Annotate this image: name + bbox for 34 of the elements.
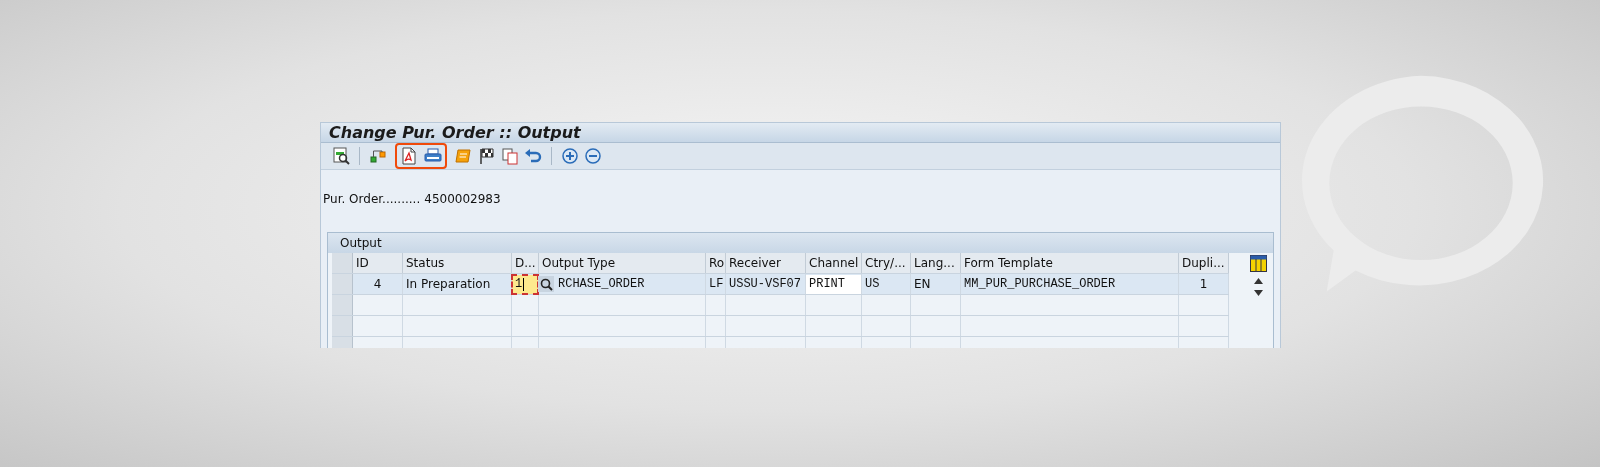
flag-icon[interactable] [477,146,497,166]
table-cell: 1 [1199,277,1208,291]
table-cell: 4 [373,277,382,291]
table-cell: In Preparation [406,277,491,291]
column-settings-icon[interactable] [1250,255,1267,272]
column-header[interactable]: Status [403,253,512,273]
input-field[interactable]: PRINT [806,274,861,294]
column-header[interactable]: Receiver [726,253,806,273]
table-cell: MM_PUR_PURCHASE_ORDER [964,277,1116,291]
column-header[interactable]: ID [353,253,403,273]
table-cell: RCHASE_ORDER [558,277,645,291]
panel-title: Output [340,236,382,250]
column-header[interactable]: Output Type [539,253,706,273]
column-header[interactable]: Ro [706,253,726,273]
pdf-icon[interactable] [399,146,419,166]
column-header[interactable]: Lang... [911,253,961,273]
add-icon[interactable] [560,146,580,166]
table-cell: LF [709,277,724,291]
field-value: 4500002983 [424,192,501,206]
remove-icon[interactable] [583,146,603,166]
table-cell: EN [914,277,931,291]
field-label: Pur. Order.......... [323,192,421,206]
input-field[interactable]: 1 [512,274,538,294]
table-cell: USSU-VSF07 [729,277,801,291]
window-title: Change Pur. Order :: Output [329,123,581,142]
column-header[interactable]: D... [512,253,539,273]
search-icon[interactable] [538,276,554,292]
column-header[interactable]: Channel [806,253,862,273]
find-icon[interactable] [331,146,351,166]
column-header[interactable]: Form Template [961,253,1179,273]
column-header[interactable]: Dupli... [1179,253,1229,273]
column-header[interactable]: Ctry/... [862,253,911,273]
table-cell: US [865,277,880,291]
table-row[interactable]: 4 In Preparation 1 RCHASE_ORDER LF USSU-VSF07 PRINT US EN MM_PUR_PURCHASE_ORDER 1 [332,274,1229,295]
